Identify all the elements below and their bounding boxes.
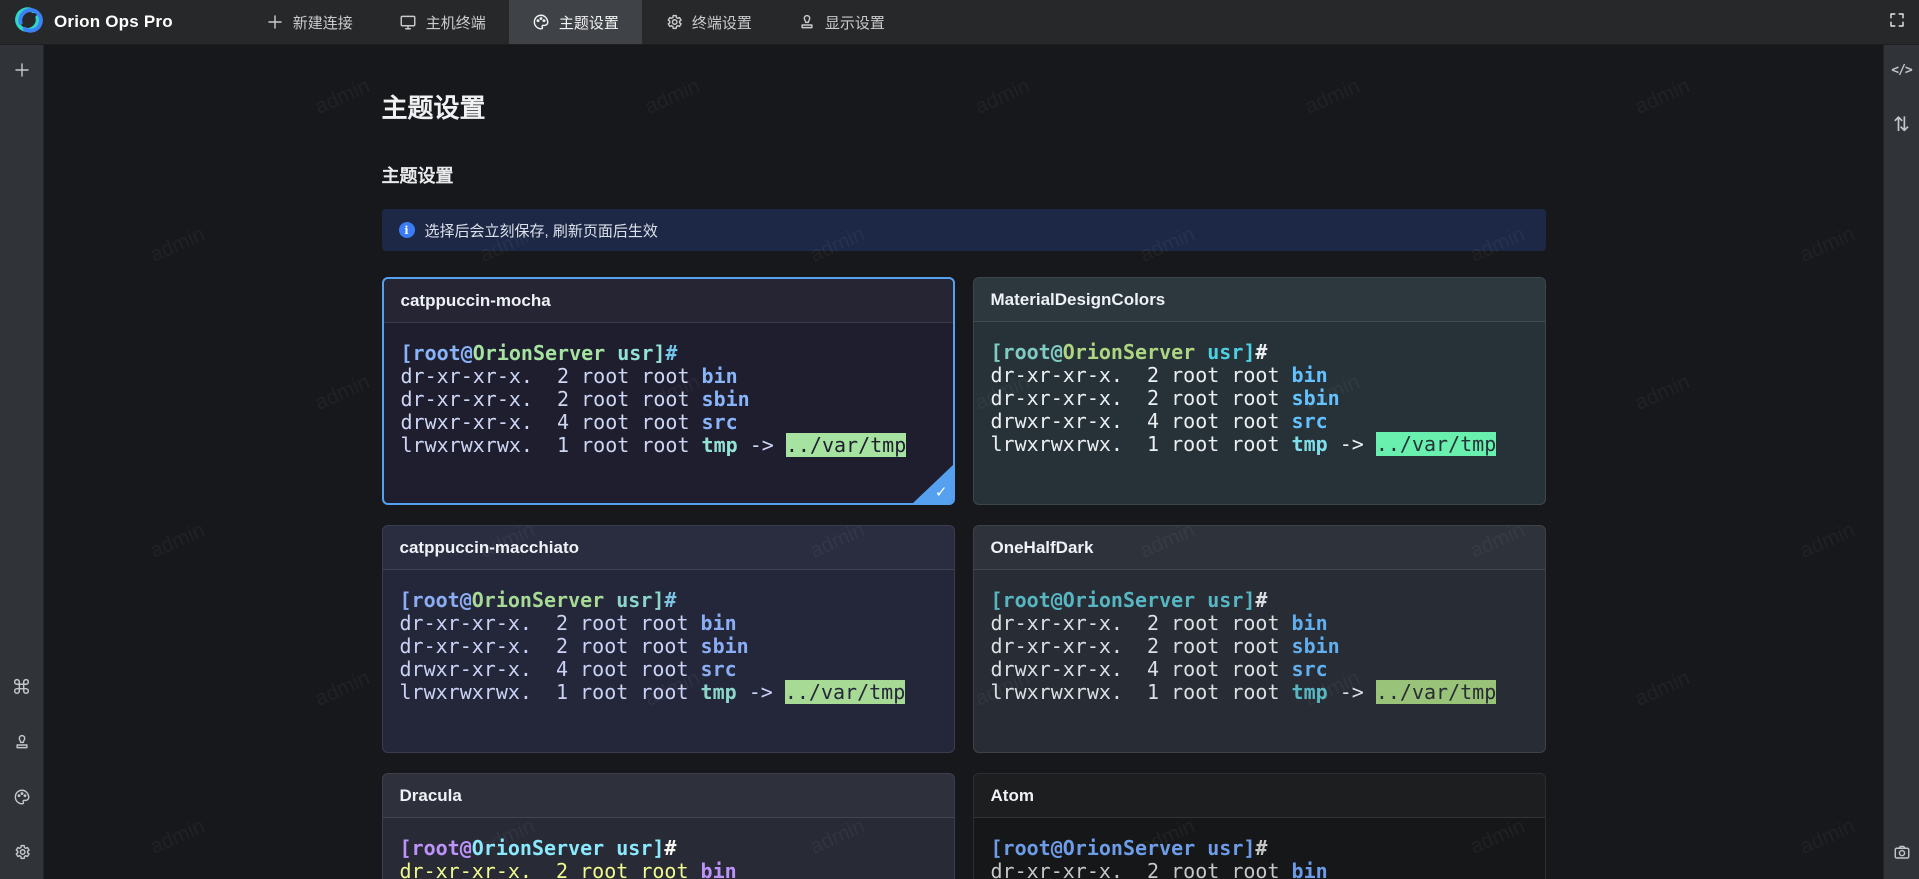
main-content: admin admin admin admin admin admin admin admin… <box>44 45 1883 879</box>
terminal-preview: [root@OrionServer usr]#dr-xr-xr-x. 2 roo… <box>974 322 1545 456</box>
swap-vertical-icon[interactable]: ⇅ <box>1891 113 1913 135</box>
terminal-line: dr-xr-xr-x. 2 root root bin <box>991 860 1528 879</box>
theme-name: catppuccin-mocha <box>384 279 953 323</box>
seal-icon <box>798 13 816 31</box>
watermark-text: admin <box>1632 666 1694 711</box>
watermark-text: admin <box>312 74 374 119</box>
terminal-preview: [root@OrionServer usr]#dr-xr-xr-x. 2 roo… <box>383 570 954 704</box>
terminal-line: dr-xr-xr-x. 2 root root sbin <box>401 388 936 411</box>
section-title: 主题设置 <box>382 162 1546 188</box>
app-logo-icon <box>14 5 44 40</box>
theme-card-one-half-dark[interactable]: OneHalfDark[root@OrionServer usr]#dr-xr-… <box>973 525 1546 753</box>
watermark-text: admin <box>1632 370 1694 415</box>
terminal-line: lrwxrwxrwx. 1 root root tmp -> ../var/tm… <box>991 433 1528 456</box>
tab-label: 显示设置 <box>825 12 885 33</box>
terminal-preview: [root@OrionServer usr]#dr-xr-xr-x. 2 roo… <box>384 323 953 457</box>
monitor-icon <box>399 13 417 31</box>
tab-terminal-settings[interactable]: 终端设置 <box>642 0 775 44</box>
terminal-prompt-line: [root@OrionServer usr]# <box>401 342 936 365</box>
tab-theme-settings[interactable]: 主题设置 <box>509 0 642 44</box>
terminal-line: dr-xr-xr-x. 2 root root sbin <box>991 387 1528 410</box>
tab-label: 主机终端 <box>426 12 486 33</box>
terminal-line: dr-xr-xr-x. 2 root root bin <box>991 364 1528 387</box>
theme-card-dracula[interactable]: Dracula[root@OrionServer usr]#dr-xr-xr-x… <box>382 773 955 879</box>
watermark-text: admin <box>1797 518 1859 563</box>
theme-name: catppuccin-macchiato <box>383 526 954 570</box>
top-navbar: Orion Ops Pro 新建连接 主机终端 主题设置 终端设置 显示设置 <box>0 0 1919 45</box>
terminal-line: dr-xr-xr-x. 2 root root bin <box>400 860 937 879</box>
watermark-text: admin <box>312 370 374 415</box>
theme-name: OneHalfDark <box>974 526 1545 570</box>
terminal-preview: [root@OrionServer usr]#dr-xr-xr-x. 2 roo… <box>383 818 954 879</box>
terminal-line: drwxr-xr-x. 4 root root src <box>400 658 937 681</box>
watermark-text: admin <box>1797 814 1859 859</box>
palette-icon <box>532 13 550 31</box>
brand: Orion Ops Pro <box>0 0 193 44</box>
watermark-text: admin <box>147 518 209 563</box>
terminal-line: dr-xr-xr-x. 2 root root bin <box>401 365 936 388</box>
tab-host-terminal[interactable]: 主机终端 <box>376 0 509 44</box>
fullscreen-icon <box>1888 11 1906 34</box>
terminal-prompt-line: [root@OrionServer usr]# <box>991 341 1528 364</box>
fullscreen-button[interactable] <box>1888 0 1906 45</box>
terminal-line: drwxr-xr-x. 4 root root src <box>991 410 1528 433</box>
theme-card-catppuccin-mocha[interactable]: catppuccin-mocha[root@OrionServer usr]#d… <box>382 277 955 505</box>
right-sidebar: </> ⇅ <box>1883 45 1919 879</box>
terminal-line: lrwxrwxrwx. 1 root root tmp -> ../var/tm… <box>401 434 936 457</box>
gear-icon[interactable] <box>11 841 33 863</box>
tab-display-settings[interactable]: 显示设置 <box>775 0 908 44</box>
terminal-line: dr-xr-xr-x. 2 root root bin <box>991 612 1528 635</box>
camera-icon[interactable] <box>1891 841 1913 863</box>
terminal-prompt-line: [root@OrionServer usr]# <box>400 837 937 860</box>
code-icon[interactable]: </> <box>1891 59 1913 81</box>
theme-name: Dracula <box>383 774 954 818</box>
terminal-prompt-line: [root@OrionServer usr]# <box>991 837 1528 860</box>
plus-icon[interactable] <box>11 59 33 81</box>
theme-name: MaterialDesignColors <box>974 278 1545 322</box>
app-title: Orion Ops Pro <box>54 12 173 32</box>
terminal-line: drwxr-xr-x. 4 root root src <box>401 411 936 434</box>
terminal-line: dr-xr-xr-x. 2 root root sbin <box>991 635 1528 658</box>
watermark-text: admin <box>147 222 209 267</box>
terminal-line: dr-xr-xr-x. 2 root root sbin <box>400 635 937 658</box>
watermark-text: admin <box>1797 222 1859 267</box>
theme-name: Atom <box>974 774 1545 818</box>
terminal-line: lrwxrwxrwx. 1 root root tmp -> ../var/tm… <box>991 681 1528 704</box>
app-window: { "app": { "title": "Orion Ops Pro" }, "… <box>0 0 1919 879</box>
info-icon: i <box>399 222 415 238</box>
check-icon: ✓ <box>935 485 948 500</box>
left-sidebar: ⌘ <box>0 45 44 879</box>
watermark-text: admin <box>1632 74 1694 119</box>
plus-icon <box>266 13 284 31</box>
alert-text: 选择后会立刻保存, 刷新页面后生效 <box>425 220 658 241</box>
tab-label: 新建连接 <box>293 12 353 33</box>
terminal-preview: [root@OrionServer usr]#dr-xr-xr-x. 2 roo… <box>974 818 1545 879</box>
tab-label: 主题设置 <box>559 12 619 33</box>
terminal-prompt-line: [root@OrionServer usr]# <box>400 589 937 612</box>
terminal-line: drwxr-xr-x. 4 root root src <box>991 658 1528 681</box>
terminal-line: dr-xr-xr-x. 2 root root bin <box>400 612 937 635</box>
tab-new-connection[interactable]: 新建连接 <box>243 0 376 44</box>
info-alert: i 选择后会立刻保存, 刷新页面后生效 <box>382 209 1546 251</box>
theme-card-material-design-colors[interactable]: MaterialDesignColors[root@OrionServer us… <box>973 277 1546 505</box>
command-icon[interactable]: ⌘ <box>11 676 33 698</box>
theme-grid: catppuccin-mocha[root@OrionServer usr]#d… <box>382 277 1546 879</box>
seal-icon[interactable] <box>11 731 33 753</box>
watermark-text: admin <box>312 666 374 711</box>
page-title: 主题设置 <box>382 88 1546 125</box>
terminal-prompt-line: [root@OrionServer usr]# <box>991 589 1528 612</box>
gear-icon <box>665 13 683 31</box>
terminal-line: lrwxrwxrwx. 1 root root tmp -> ../var/tm… <box>400 681 937 704</box>
terminal-preview: [root@OrionServer usr]#dr-xr-xr-x. 2 roo… <box>974 570 1545 704</box>
watermark-text: admin <box>147 814 209 859</box>
theme-card-atom[interactable]: Atom[root@OrionServer usr]#dr-xr-xr-x. 2… <box>973 773 1546 879</box>
theme-card-catppuccin-macchiato[interactable]: catppuccin-macchiato[root@OrionServer us… <box>382 525 955 753</box>
nav-tabs: 新建连接 主机终端 主题设置 终端设置 显示设置 <box>243 0 908 44</box>
palette-icon[interactable] <box>11 786 33 808</box>
tab-label: 终端设置 <box>692 12 752 33</box>
